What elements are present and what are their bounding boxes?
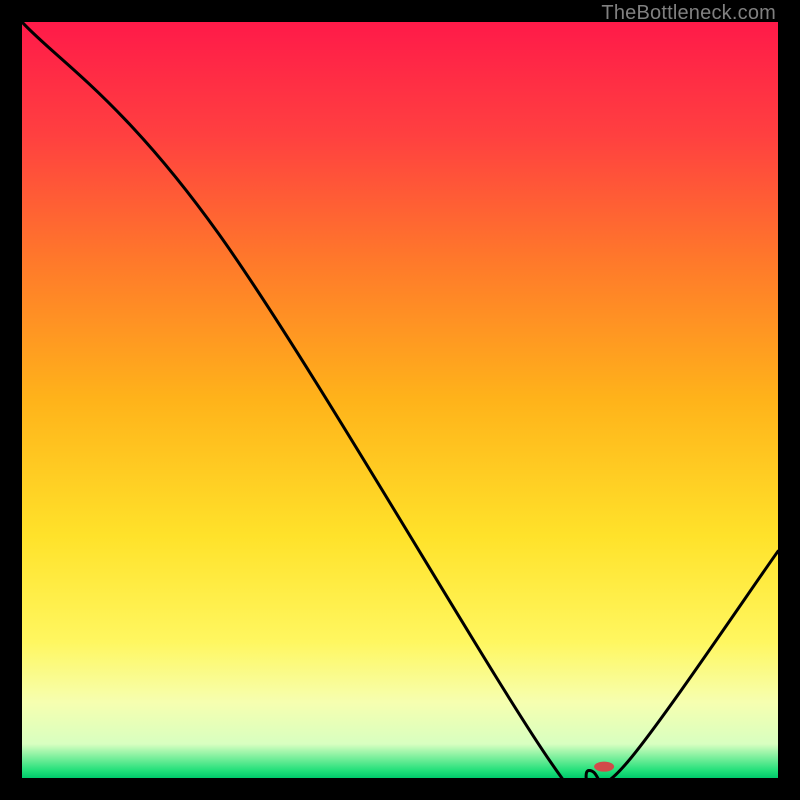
optimal-point-marker	[594, 762, 614, 772]
chart-svg	[22, 22, 778, 778]
chart-plot-area	[22, 22, 778, 778]
chart-frame: TheBottleneck.com	[0, 0, 800, 800]
chart-background-gradient	[22, 22, 778, 778]
